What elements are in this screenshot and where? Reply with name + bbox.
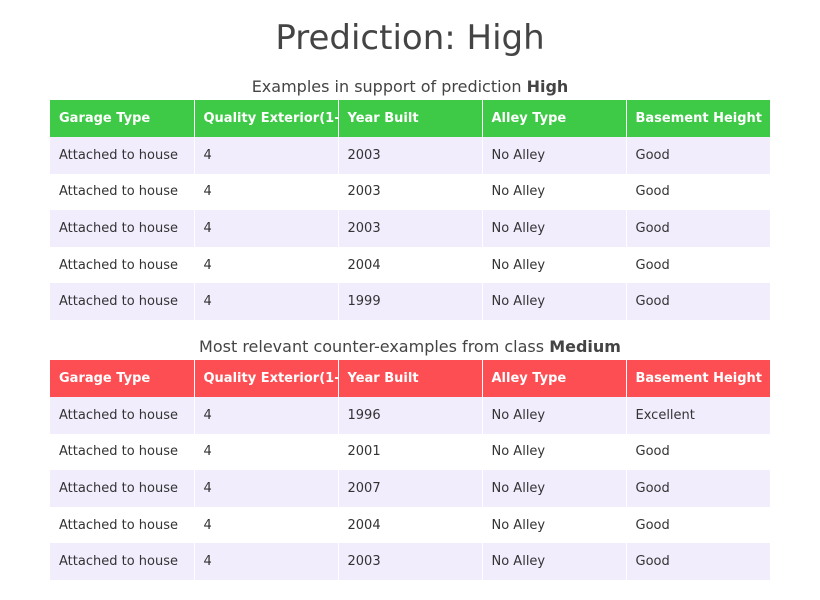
table-cell: 1999	[338, 283, 483, 320]
table-cell: 4	[194, 173, 339, 211]
table-cell: 4	[194, 470, 339, 507]
column-header: Basement Height	[626, 360, 770, 397]
table-cell: Good	[626, 173, 770, 211]
table-cell: No Alley	[482, 173, 627, 211]
table-cell: 2003	[338, 173, 483, 211]
column-header: Alley Type	[482, 360, 627, 397]
table-row: Attached to house 4 1999 No Alley Good	[50, 283, 770, 320]
page-title: Prediction: High	[275, 18, 545, 58]
table-cell: Good	[626, 210, 770, 247]
table-row: Attached to house 4 2003 No Alley Good	[50, 210, 770, 247]
table-cell: 4	[194, 246, 339, 284]
table-cell: 1996	[338, 397, 483, 434]
table-cell: 4	[194, 506, 339, 544]
table-row: Attached to house 4 2003 No Alley Good	[50, 137, 770, 174]
table-cell: Attached to house	[50, 283, 195, 320]
table-cell: No Alley	[482, 137, 627, 174]
table-cell: No Alley	[482, 210, 627, 247]
column-header: Quality Exterior(1-5)	[194, 100, 339, 137]
support-examples-table: Garage TypeQuality Exterior(1-5)Year Bui…	[50, 100, 770, 320]
table-cell: No Alley	[482, 283, 627, 320]
support-caption: Examples in support of prediction High	[0, 76, 820, 98]
table-cell: 4	[194, 397, 339, 434]
table-cell: 4	[194, 433, 339, 471]
table-cell: No Alley	[482, 506, 627, 544]
table-cell: Attached to house	[50, 433, 195, 471]
table-cell: 4	[194, 210, 339, 247]
table-cell: Good	[626, 283, 770, 320]
counter-examples-table: Garage TypeQuality Exterior(1-5)Year Bui…	[50, 360, 770, 580]
column-header: Quality Exterior(1-5)	[194, 360, 339, 397]
table-cell: 2004	[338, 506, 483, 544]
column-header: Year Built	[338, 360, 483, 397]
table-row: Attached to house 4 2004 No Alley Good	[50, 246, 770, 284]
table-cell: Attached to house	[50, 210, 195, 247]
counter-caption-prefix: Most relevant counter-examples from clas…	[199, 337, 550, 356]
table-cell: Good	[626, 433, 770, 471]
table-row: Attached to house 4 2001 No Alley Good	[50, 433, 770, 471]
column-header: Garage Type	[50, 100, 195, 137]
table-cell: 2007	[338, 470, 483, 507]
table-cell: Good	[626, 543, 770, 580]
column-header: Year Built	[338, 100, 483, 137]
table-cell: Attached to house	[50, 137, 195, 174]
counter-caption: Most relevant counter-examples from clas…	[0, 336, 820, 358]
table-cell: Good	[626, 246, 770, 284]
column-header: Garage Type	[50, 360, 195, 397]
table-cell: 4	[194, 137, 339, 174]
table-cell: No Alley	[482, 543, 627, 580]
table-cell: Good	[626, 137, 770, 174]
table-cell: Attached to house	[50, 470, 195, 507]
table-cell: Excellent	[626, 397, 770, 434]
table-cell: 2003	[338, 543, 483, 580]
column-header: Alley Type	[482, 100, 627, 137]
table-row: Attached to house 4 2003 No Alley Good	[50, 173, 770, 211]
table-cell: 2004	[338, 246, 483, 284]
table-cell: Attached to house	[50, 173, 195, 211]
support-caption-class: High	[526, 77, 569, 96]
table-cell: Attached to house	[50, 506, 195, 544]
table-cell: Attached to house	[50, 246, 195, 284]
support-caption-prefix: Examples in support of prediction	[251, 77, 527, 96]
table-header-row: Garage TypeQuality Exterior(1-5)Year Bui…	[50, 360, 770, 397]
table-cell: Good	[626, 506, 770, 544]
table-cell: 2003	[338, 210, 483, 247]
table-row: Attached to house 4 2003 No Alley Good	[50, 543, 770, 580]
table-cell: Good	[626, 470, 770, 507]
table-row: Attached to house 4 2007 No Alley Good	[50, 470, 770, 507]
table-cell: No Alley	[482, 433, 627, 471]
table-cell: Attached to house	[50, 543, 195, 580]
table-row: Attached to house 4 1996 No Alley Excellent	[50, 397, 770, 434]
table-row: Attached to house 4 2004 No Alley Good	[50, 506, 770, 544]
table-header-row: Garage TypeQuality Exterior(1-5)Year Bui…	[50, 100, 770, 137]
table-cell: 4	[194, 543, 339, 580]
table-cell: 4	[194, 283, 339, 320]
table-cell: 2003	[338, 137, 483, 174]
column-header: Basement Height	[626, 100, 770, 137]
table-cell: No Alley	[482, 470, 627, 507]
counter-caption-class: Medium	[549, 337, 621, 356]
table-cell: 2001	[338, 433, 483, 471]
table-cell: No Alley	[482, 397, 627, 434]
table-cell: Attached to house	[50, 397, 195, 434]
table-cell: No Alley	[482, 246, 627, 284]
